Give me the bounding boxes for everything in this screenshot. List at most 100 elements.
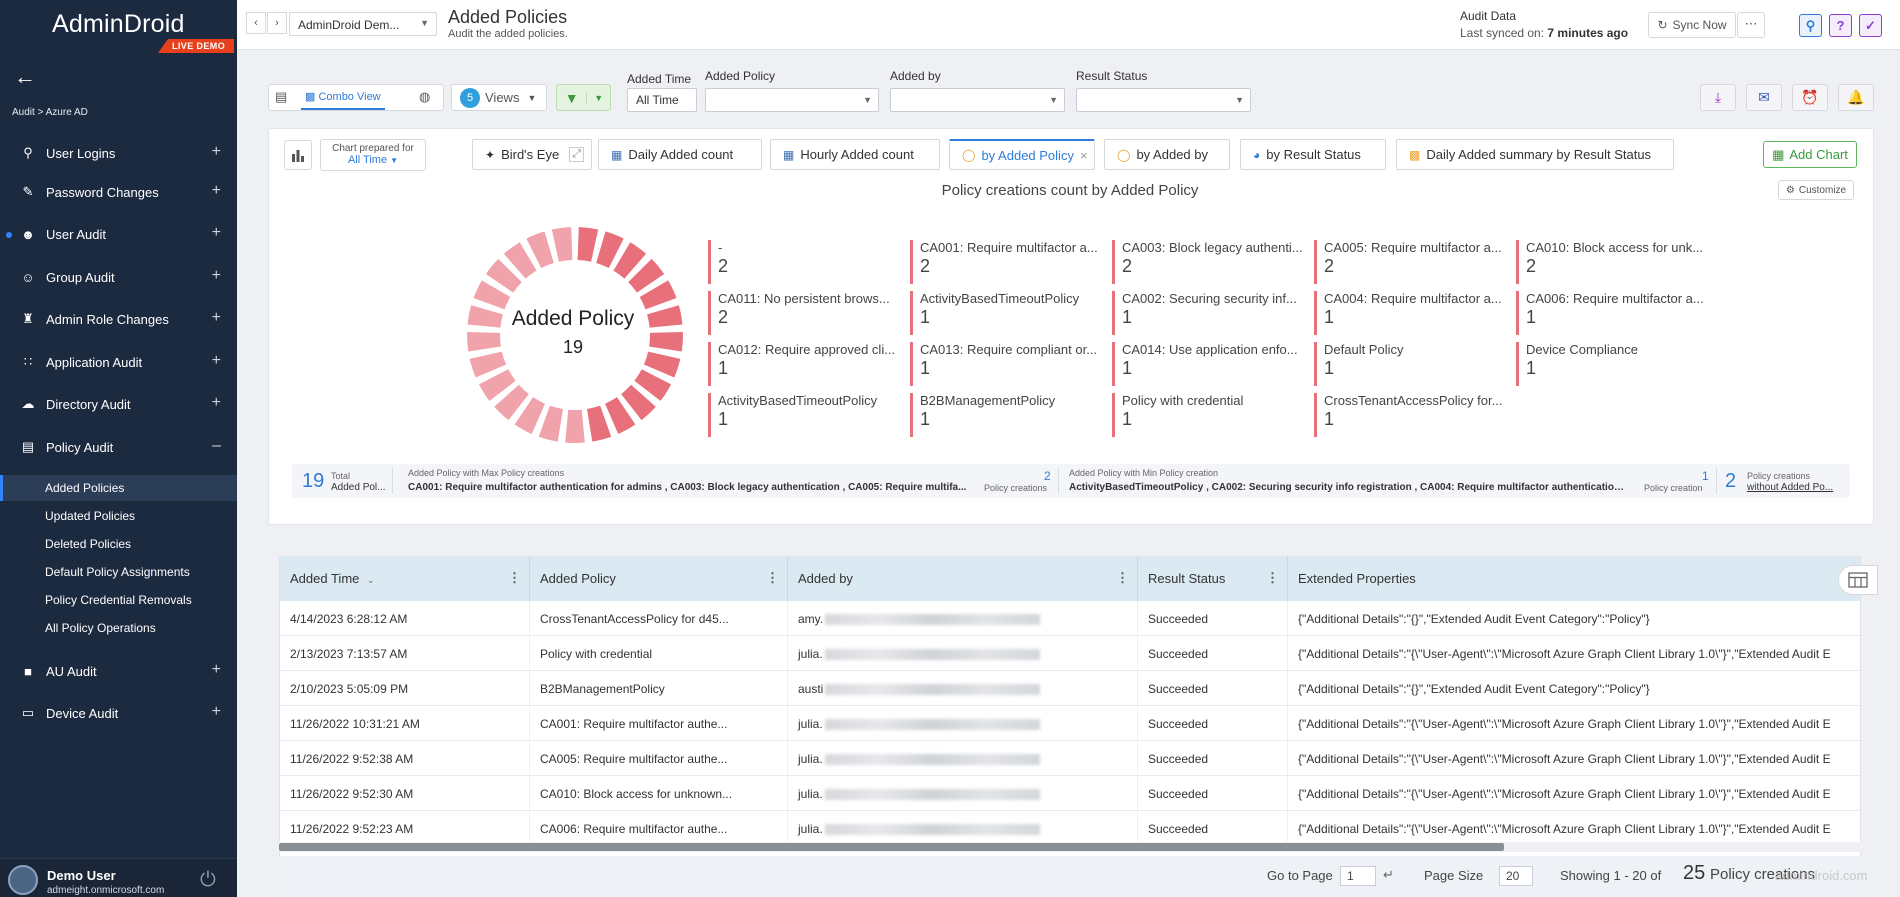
summary-max-text[interactable]: CA001: Require multifactor authenticatio… <box>408 482 968 493</box>
table-row[interactable]: 4/14/2023 6:28:12 AM CrossTenantAccessPol… <box>280 601 1860 636</box>
expand-icon[interactable]: ⤢ <box>569 147 584 162</box>
app-logo[interactable]: AdminDroid <box>52 10 185 39</box>
sub-item-updated-policies[interactable]: Updated Policies <box>0 503 237 529</box>
legend-item[interactable]: CA004: Require multifactor a... 1 <box>1314 291 1510 335</box>
sidebar-item-user-audit[interactable]: ☻ User Audit + <box>0 217 237 251</box>
legend-item[interactable]: CA005: Require multifactor a... 2 <box>1314 240 1510 284</box>
expand-icon[interactable]: + <box>212 352 221 370</box>
legend-item[interactable]: CA011: No persistent brows... 2 <box>708 291 904 335</box>
mail-icon[interactable]: ✉ <box>1746 84 1782 111</box>
views-button[interactable]: 5 Views ▼ <box>451 84 547 111</box>
legend-item[interactable]: ActivityBasedTimeoutPolicy 1 <box>910 291 1106 335</box>
table-row[interactable]: 2/10/2023 5:05:09 PM B2BManagementPolicy a… <box>280 671 1860 706</box>
added-by-select[interactable]: ▼ <box>890 88 1065 112</box>
alert-bell-icon[interactable]: 🔔 <box>1838 84 1874 111</box>
tab-by-result-status[interactable]: ◕ by Result Status <box>1240 139 1386 170</box>
column-header-extended-properties[interactable]: Extended Properties <box>1288 557 1860 601</box>
legend-item[interactable]: CA010: Block access for unk... 2 <box>1516 240 1712 284</box>
column-menu-icon[interactable]: ⋮ <box>508 570 521 586</box>
expand-icon[interactable]: + <box>212 309 221 327</box>
table-row[interactable]: 2/13/2023 7:13:57 AM Policy with credenti… <box>280 636 1860 671</box>
grid-settings-button[interactable] <box>1838 565 1878 595</box>
column-header-result-status[interactable]: Result Status ⋮ <box>1138 557 1288 601</box>
column-menu-icon[interactable]: ⋮ <box>1116 570 1129 586</box>
sidebar-item-device-audit[interactable]: ▭ Device Audit + <box>0 696 237 730</box>
donut-segment[interactable] <box>538 405 564 442</box>
tab-daily-added-count[interactable]: ▦ Daily Added count <box>598 139 762 170</box>
expand-icon[interactable]: + <box>212 703 221 721</box>
add-chart-button[interactable]: ▦ Add Chart <box>1763 141 1857 168</box>
sidebar-item-directory-audit[interactable]: ☁ Directory Audit + <box>0 387 237 421</box>
legend-item[interactable]: CA013: Require compliant or... 1 <box>910 342 1106 386</box>
legend-item[interactable]: CA006: Require multifactor a... 1 <box>1516 291 1712 335</box>
page-size-input[interactable]: 20 <box>1499 866 1533 886</box>
close-icon[interactable]: × <box>1080 148 1088 163</box>
summary-without-link[interactable]: without Added Po... <box>1747 482 1833 493</box>
sidebar-item-au-audit[interactable]: ■ AU Audit + <box>0 654 237 688</box>
table-row[interactable]: 11/26/2022 9:52:38 AM CA005: Require mult… <box>280 741 1860 776</box>
result-status-select[interactable]: ▼ <box>1076 88 1251 112</box>
back-arrow-icon[interactable]: ← <box>14 64 36 90</box>
tenant-selector[interactable]: AdminDroid Dem... ▼ <box>289 12 437 36</box>
column-menu-icon[interactable]: ⋮ <box>766 570 779 586</box>
tab-birds-eye[interactable]: ✦ Bird's Eye ⤢ <box>472 139 592 170</box>
filter-button[interactable]: ▼ ▼ <box>556 84 611 111</box>
expand-icon[interactable]: + <box>212 224 221 242</box>
legend-item[interactable]: Policy with credential 1 <box>1112 393 1308 437</box>
legend-item[interactable]: -2 <box>708 240 904 284</box>
added-policy-select[interactable]: ▼ <box>705 88 879 112</box>
legend-item[interactable]: ActivityBasedTimeoutPolicy 1 <box>708 393 904 437</box>
donut-segment[interactable] <box>577 227 599 262</box>
donut-segment[interactable] <box>586 405 612 442</box>
column-header-added-time[interactable]: Added Time ⌄ ⋮ <box>280 557 530 601</box>
sidebar-item-group-audit[interactable]: ☺ Group Audit + <box>0 260 237 294</box>
more-options-button[interactable]: ⋯ <box>1737 12 1765 38</box>
bar-chart-icon[interactable] <box>284 140 312 170</box>
sidebar-item-policy-audit[interactable]: ▤ Policy Audit – <box>0 430 237 464</box>
legend-item[interactable]: CA012: Require approved cli... 1 <box>708 342 904 386</box>
legend-item[interactable]: CA002: Securing security inf... 1 <box>1112 291 1308 335</box>
sub-item-default-policy-assignments[interactable]: Default Policy Assignments <box>0 559 237 585</box>
sub-item-all-policy-operations[interactable]: All Policy Operations <box>0 615 237 641</box>
settings-icon[interactable]: ✓ <box>1859 14 1882 37</box>
legend-item[interactable]: Device Compliance 1 <box>1516 342 1712 386</box>
sidebar-item-application-audit[interactable]: ∷ Application Audit + <box>0 345 237 379</box>
legend-item[interactable]: CA003: Block legacy authenti... 2 <box>1112 240 1308 284</box>
expand-icon[interactable]: + <box>212 143 221 161</box>
table-row[interactable]: 11/26/2022 9:52:23 AM CA006: Require mult… <box>280 811 1860 846</box>
tab-by-added-policy[interactable]: ◯ by Added Policy × <box>949 139 1095 170</box>
expand-icon[interactable]: + <box>212 661 221 679</box>
prev-nav-button[interactable]: ‹ <box>246 12 266 34</box>
donut-segment[interactable] <box>551 227 573 262</box>
enter-icon[interactable]: ↵ <box>1383 867 1394 883</box>
collapse-icon[interactable]: – <box>212 437 221 455</box>
legend-item[interactable]: CrossTenantAccessPolicy for... 1 <box>1314 393 1510 437</box>
legend-item[interactable]: CA014: Use application enfo... 1 <box>1112 342 1308 386</box>
sidebar-item-admin-role-changes[interactable]: ♜ Admin Role Changes + <box>0 302 237 336</box>
power-icon[interactable]: ⏻ <box>200 869 216 892</box>
expand-icon[interactable]: + <box>212 394 221 412</box>
sidebar-item-password-changes[interactable]: ✎ Password Changes + <box>0 175 237 209</box>
sub-item-policy-credential-removals[interactable]: Policy Credential Removals <box>0 587 237 613</box>
tab-daily-added-summary[interactable]: ▩ Daily Added summary by Result Status <box>1396 139 1674 170</box>
tab-hourly-added-count[interactable]: ▦ Hourly Added count <box>770 139 940 170</box>
table-row[interactable]: 11/26/2022 9:52:30 AM CA010: Block access… <box>280 776 1860 811</box>
sort-desc-icon[interactable]: ⌄ <box>367 575 375 585</box>
column-menu-icon[interactable]: ⋮ <box>1266 570 1279 586</box>
scrollbar-thumb[interactable] <box>279 843 1504 851</box>
column-header-added-policy[interactable]: Added Policy ⋮ <box>530 557 788 601</box>
report-view-icon[interactable]: ▤ <box>275 89 287 105</box>
sync-now-button[interactable]: ↻ Sync Now <box>1648 12 1736 38</box>
avatar[interactable] <box>8 865 38 895</box>
horizontal-scrollbar[interactable] <box>279 842 1861 852</box>
schedule-icon[interactable]: ⏰ <box>1792 84 1828 111</box>
legend-item[interactable]: CA001: Require multifactor a... 2 <box>910 240 1106 284</box>
chart-view-icon[interactable]: ◍ <box>419 89 430 105</box>
expand-icon[interactable]: + <box>212 182 221 200</box>
legend-item[interactable]: Default Policy 1 <box>1314 342 1510 386</box>
goto-page-input[interactable]: 1 <box>1340 866 1376 886</box>
tab-by-added-by[interactable]: ◯ by Added by <box>1104 139 1230 170</box>
summary-min-text[interactable]: ActivityBasedTimeoutPolicy , CA002: Secu… <box>1069 482 1629 493</box>
search-icon[interactable]: ⚲ <box>1799 14 1822 37</box>
export-icon[interactable]: ⤓ <box>1700 84 1736 111</box>
